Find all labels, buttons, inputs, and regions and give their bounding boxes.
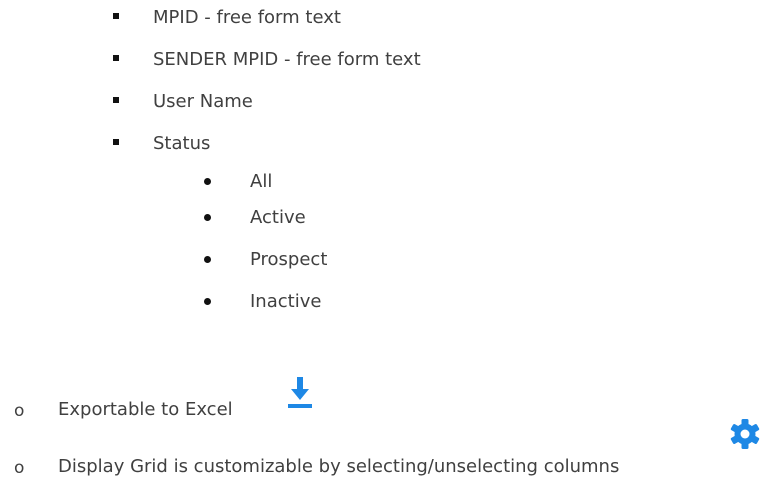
circle-bullet: o	[14, 458, 25, 478]
export-text: Exportable to Excel	[58, 399, 233, 420]
list-item: User Name	[153, 90, 253, 114]
square-bullet	[113, 55, 119, 61]
gear-icon[interactable]	[729, 418, 761, 450]
status-option-inactive: Inactive	[250, 291, 322, 312]
status-option-all: All	[250, 171, 273, 192]
status-label: Status	[153, 133, 211, 154]
list-item: Exportable to Excel	[58, 398, 233, 422]
round-bullet	[204, 298, 211, 305]
status-option-active: Active	[250, 207, 306, 228]
grid-customize-text: Display Grid is customizable by selectin…	[58, 456, 620, 477]
list-item: Display Grid is customizable by selectin…	[58, 455, 619, 479]
list-item: SENDER MPID - free form text	[153, 48, 421, 72]
list-item: All	[250, 170, 272, 194]
user-name-label: User Name	[153, 91, 253, 112]
download-icon[interactable]	[286, 375, 314, 409]
square-bullet	[113, 139, 119, 145]
list-item: Active	[250, 206, 306, 230]
sender-mpid-label: SENDER MPID - free form text	[153, 49, 421, 70]
list-item: Status	[153, 132, 210, 156]
list-item: Inactive	[250, 290, 321, 314]
circle-bullet: o	[14, 401, 25, 421]
status-option-prospect: Prospect	[250, 249, 328, 270]
square-bullet	[113, 97, 119, 103]
round-bullet	[204, 214, 211, 221]
square-bullet	[113, 13, 119, 19]
round-bullet	[204, 178, 211, 185]
list-item: Prospect	[250, 248, 327, 272]
round-bullet	[204, 256, 211, 263]
list-item: MPID - free form text	[153, 6, 341, 30]
mpid-label: MPID - free form text	[153, 7, 341, 28]
